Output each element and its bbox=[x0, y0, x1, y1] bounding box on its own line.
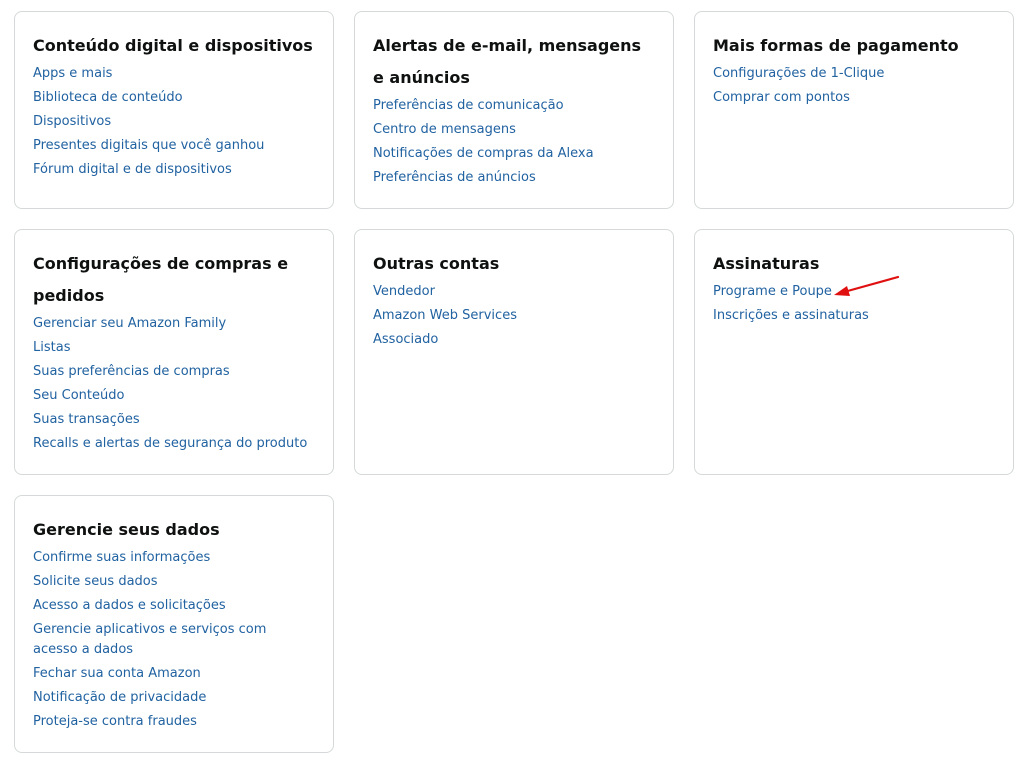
card-title: Gerencie seus dados bbox=[33, 520, 220, 539]
link-data-access[interactable]: Acesso a dados e solicitações bbox=[33, 598, 226, 613]
link-your-content[interactable]: Seu Conteúdo bbox=[33, 388, 124, 403]
link-associate[interactable]: Associado bbox=[373, 332, 438, 347]
card-other-accounts: Outras contas Vendedor Amazon Web Servic… bbox=[354, 229, 674, 475]
link-request-data[interactable]: Solicite seus dados bbox=[33, 574, 158, 589]
link-list: Programe e Poupe Inscrições e assinatura… bbox=[713, 282, 995, 326]
link-product-recalls[interactable]: Recalls e alertas de segurança do produt… bbox=[33, 436, 307, 451]
card-manage-data: Gerencie seus dados Confirme suas inform… bbox=[14, 495, 334, 753]
link-aws[interactable]: Amazon Web Services bbox=[373, 308, 517, 323]
link-one-click-settings[interactable]: Configurações de 1-Clique bbox=[713, 66, 884, 81]
card-payment-methods: Mais formas de pagamento Configurações d… bbox=[694, 11, 1014, 209]
card-title: Outras contas bbox=[373, 254, 500, 273]
link-list: Gerenciar seu Amazon Family Listas Suas … bbox=[33, 314, 315, 454]
link-subscribe-and-save[interactable]: Programe e Poupe bbox=[713, 284, 832, 299]
link-devices[interactable]: Dispositivos bbox=[33, 114, 111, 129]
link-fraud-protection[interactable]: Proteja-se contra fraudes bbox=[33, 714, 197, 729]
link-lists[interactable]: Listas bbox=[33, 340, 70, 355]
link-list: Configurações de 1-Clique Comprar com po… bbox=[713, 64, 995, 108]
link-transactions[interactable]: Suas transações bbox=[33, 412, 140, 427]
link-message-center[interactable]: Centro de mensagens bbox=[373, 122, 516, 137]
link-shopping-preferences[interactable]: Suas preferências de compras bbox=[33, 364, 230, 379]
link-communication-preferences[interactable]: Preferências de comunicação bbox=[373, 98, 564, 113]
link-close-account[interactable]: Fechar sua conta Amazon bbox=[33, 666, 201, 681]
link-confirm-info[interactable]: Confirme suas informações bbox=[33, 550, 210, 565]
card-title: Conteúdo digital e dispositivos bbox=[33, 36, 313, 55]
link-memberships-subscriptions[interactable]: Inscrições e assinaturas bbox=[713, 308, 869, 323]
link-manage-apps[interactable]: Gerencie aplicativos e serviços com aces… bbox=[33, 622, 266, 657]
card-email-alerts: Alertas de e-mail, mensagens e anúncios … bbox=[354, 11, 674, 209]
link-list: Confirme suas informações Solicite seus … bbox=[33, 548, 315, 732]
link-list: Vendedor Amazon Web Services Associado bbox=[373, 282, 655, 350]
link-seller[interactable]: Vendedor bbox=[373, 284, 435, 299]
link-digital-gifts[interactable]: Presentes digitais que você ganhou bbox=[33, 138, 264, 153]
link-digital-forum[interactable]: Fórum digital e de dispositivos bbox=[33, 162, 232, 177]
link-ad-preferences[interactable]: Preferências de anúncios bbox=[373, 170, 536, 185]
link-shop-with-points[interactable]: Comprar com pontos bbox=[713, 90, 850, 105]
card-title: Assinaturas bbox=[713, 254, 820, 273]
link-alexa-notifications[interactable]: Notificações de compras da Alexa bbox=[373, 146, 594, 161]
card-shopping-settings: Configurações de compras e pedidos Geren… bbox=[14, 229, 334, 475]
link-content-library[interactable]: Biblioteca de conteúdo bbox=[33, 90, 183, 105]
card-digital-content: Conteúdo digital e dispositivos Apps e m… bbox=[14, 11, 334, 209]
link-apps[interactable]: Apps e mais bbox=[33, 66, 112, 81]
card-subscriptions: Assinaturas Programe e Poupe Inscrições … bbox=[694, 229, 1014, 475]
link-list: Apps e mais Biblioteca de conteúdo Dispo… bbox=[33, 64, 315, 180]
link-amazon-family[interactable]: Gerenciar seu Amazon Family bbox=[33, 316, 226, 331]
card-title: Configurações de compras e pedidos bbox=[33, 254, 289, 305]
card-title: Alertas de e-mail, mensagens e anúncios bbox=[373, 36, 642, 87]
link-privacy-notice[interactable]: Notificação de privacidade bbox=[33, 690, 206, 705]
link-list: Preferências de comunicação Centro de me… bbox=[373, 96, 655, 188]
card-title: Mais formas de pagamento bbox=[713, 36, 959, 55]
